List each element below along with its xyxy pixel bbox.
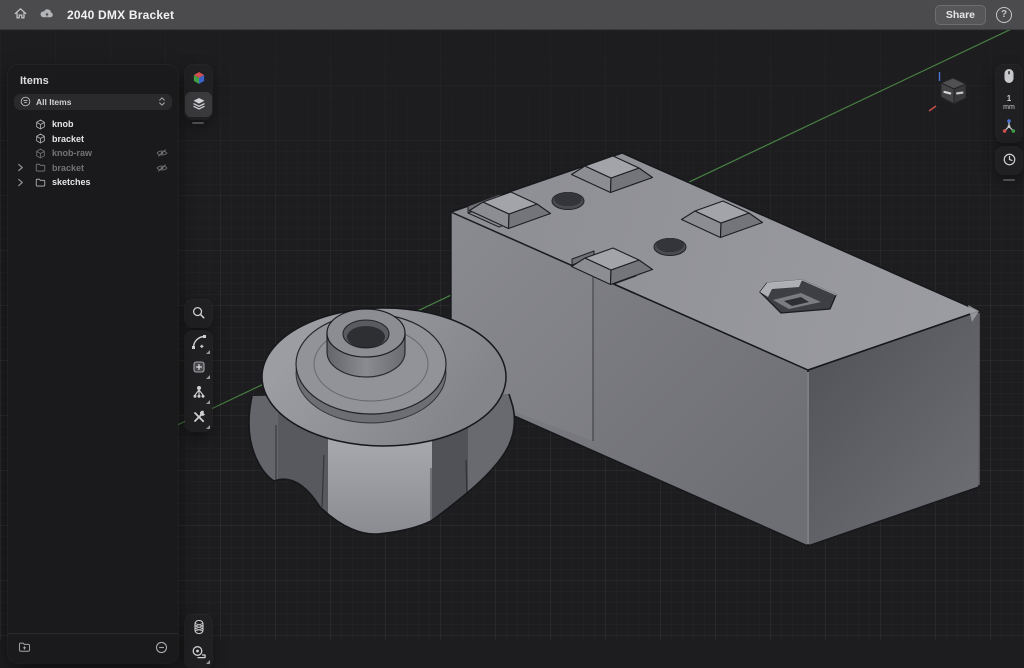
view-settings-toolbar: 1 mm — [996, 65, 1022, 142]
hidden-eye-icon[interactable] — [156, 148, 169, 158]
items-list: knob bracket knob-raw — [8, 117, 178, 190]
item-label: bracket — [52, 134, 178, 144]
folder-icon — [35, 162, 46, 173]
color-cube-icon — [191, 70, 207, 89]
search-toolbar — [185, 300, 212, 327]
toolbar-handle[interactable] — [1003, 179, 1015, 181]
tools-wrench-icon — [191, 409, 207, 428]
flyout-corner-icon — [206, 425, 210, 429]
mouse-settings-icon — [1003, 68, 1015, 87]
item-label: sketches — [52, 177, 178, 187]
history-clock-icon — [1002, 152, 1017, 170]
hide-circle-minus-icon — [155, 641, 168, 657]
body-cube-icon — [35, 133, 46, 144]
measure-tool-button[interactable] — [185, 641, 212, 666]
3d-viewport[interactable]: Items All Items knob — [0, 30, 1024, 640]
search-icon — [191, 305, 206, 323]
utilities-tool-button[interactable] — [185, 406, 212, 431]
units-button[interactable]: 1 mm — [996, 90, 1022, 115]
axes-settings-button[interactable] — [996, 115, 1022, 140]
share-button[interactable]: Share — [935, 5, 986, 25]
knob-3d-object[interactable] — [240, 308, 520, 545]
flyout-corner-icon — [206, 660, 210, 664]
expand-chevron-icon[interactable] — [14, 178, 26, 187]
filter-circle-icon — [20, 95, 31, 110]
body-cube-icon — [35, 148, 46, 159]
units-value: 1 — [1003, 95, 1015, 103]
cloud-sync-icon — [39, 5, 55, 24]
assembly-tree-icon — [191, 384, 207, 403]
secondary-tools-toolbar — [185, 615, 212, 668]
flyout-corner-icon — [206, 350, 210, 354]
history-button[interactable] — [996, 148, 1022, 173]
view-style-toolbar — [185, 65, 212, 119]
add-body-tool-button[interactable] — [185, 356, 212, 381]
spring-tool-icon — [192, 619, 206, 638]
add-folder-icon — [18, 641, 31, 656]
body-cube-icon — [35, 119, 46, 130]
flyout-corner-icon — [206, 400, 210, 404]
history-toolbar — [996, 147, 1022, 174]
flyout-corner-icon — [206, 375, 210, 379]
layers-view-button[interactable] — [185, 92, 212, 117]
add-body-icon — [191, 359, 207, 378]
material-view-button[interactable] — [185, 67, 212, 92]
document-title: 2040 DMX Bracket — [67, 8, 174, 22]
hide-items-button[interactable] — [155, 641, 168, 657]
bracket-3d-object[interactable] — [451, 153, 979, 546]
item-row-knob[interactable]: knob — [8, 117, 178, 132]
x-axis-tick — [929, 106, 936, 111]
input-settings-button[interactable] — [996, 65, 1022, 90]
item-row-bracket-folder[interactable]: bracket — [8, 161, 178, 176]
items-filter-value: All Items — [36, 97, 71, 107]
arc-tool-icon — [191, 334, 207, 353]
sketch-arc-tool-button[interactable] — [185, 331, 212, 356]
home-button[interactable] — [12, 7, 28, 23]
layers-icon — [191, 95, 207, 114]
items-panel: Items All Items knob — [8, 65, 178, 663]
cloud-sync-button[interactable] — [39, 7, 55, 23]
hidden-eye-icon[interactable] — [156, 163, 169, 173]
add-folder-button[interactable] — [18, 641, 31, 656]
measure-tape-icon — [191, 644, 207, 663]
help-button[interactable]: ? — [996, 7, 1012, 23]
axes-settings-icon — [1001, 118, 1017, 137]
search-button[interactable] — [185, 301, 212, 326]
toolbar-handle[interactable] — [192, 122, 204, 124]
top-bar: 2040 DMX Bracket Share ? — [0, 0, 1024, 30]
orientation-cube[interactable] — [926, 70, 974, 116]
units-indicator: 1 mm — [1003, 95, 1015, 111]
spring-tool-button[interactable] — [185, 616, 212, 641]
item-label: knob — [52, 119, 178, 129]
item-label: bracket — [52, 163, 156, 173]
items-panel-footer — [8, 633, 178, 663]
home-icon — [13, 6, 28, 24]
select-chevrons-icon — [158, 95, 166, 110]
units-unit: mm — [1003, 104, 1015, 111]
item-row-sketches[interactable]: sketches — [8, 175, 178, 190]
item-row-knob-raw[interactable]: knob-raw — [8, 146, 178, 161]
items-panel-title: Items — [8, 65, 178, 94]
folder-icon — [35, 177, 46, 188]
item-row-bracket[interactable]: bracket — [8, 132, 178, 147]
item-label: knob-raw — [52, 148, 156, 158]
modeling-tools-toolbar — [185, 331, 212, 431]
expand-chevron-icon[interactable] — [14, 163, 26, 172]
assembly-tool-button[interactable] — [185, 381, 212, 406]
items-filter-dropdown[interactable]: All Items — [14, 94, 172, 110]
